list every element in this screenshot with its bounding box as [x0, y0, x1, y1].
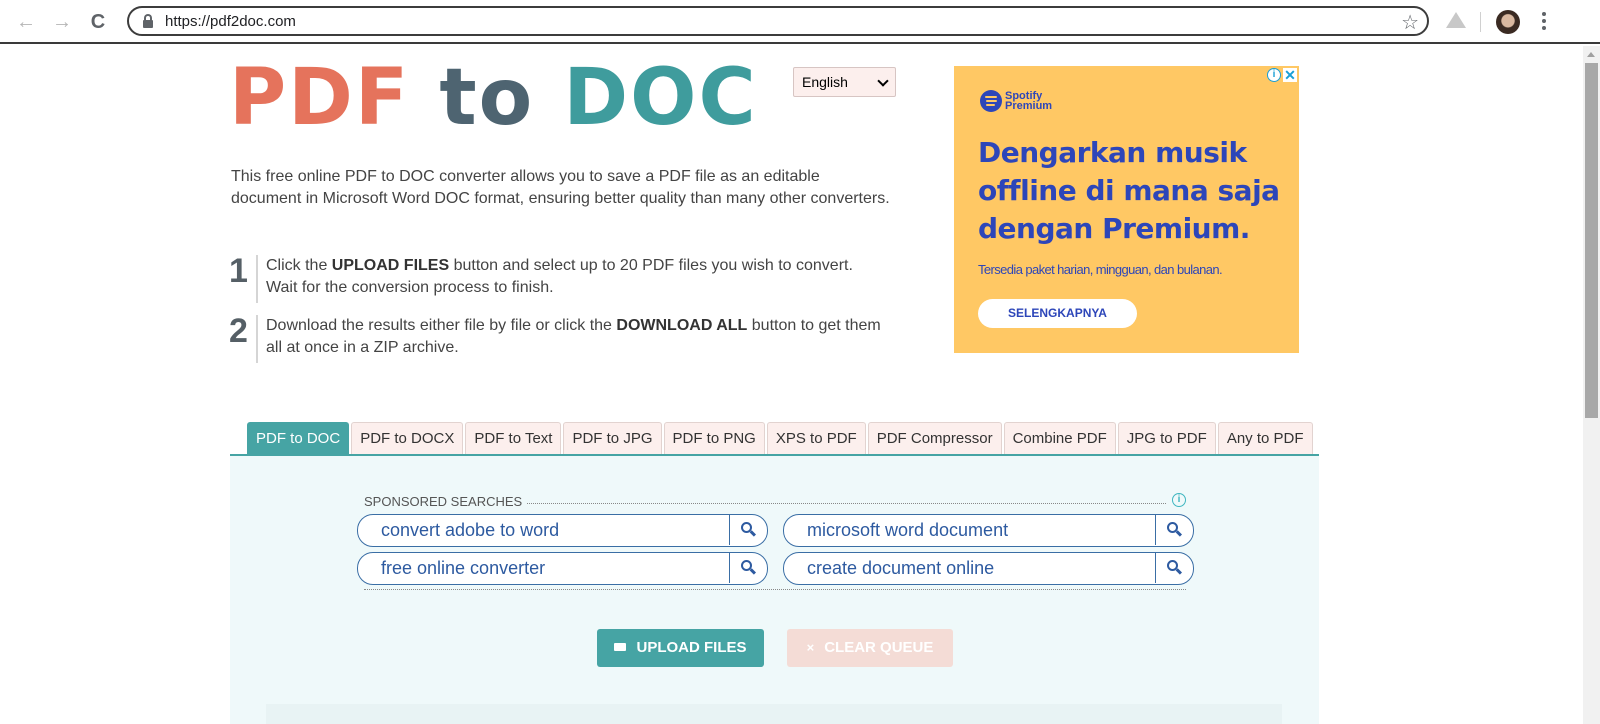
ad-info-icon[interactable]: i: [1267, 68, 1281, 82]
spotify-icon: [980, 90, 1002, 112]
tab-pdf-to-png[interactable]: PDF to PNG: [663, 422, 765, 455]
dotted-divider: [364, 589, 1186, 590]
reload-button[interactable]: C: [86, 10, 110, 34]
search-button[interactable]: [1155, 553, 1193, 583]
search-term: create document online: [807, 558, 995, 578]
search-button[interactable]: [1155, 515, 1193, 545]
close-icon: ×: [806, 640, 815, 655]
toolbar-divider: [1480, 12, 1481, 32]
file-queue-area[interactable]: [266, 704, 1282, 724]
tab-any-to-pdf[interactable]: Any to PDF: [1217, 422, 1313, 455]
browser-toolbar: ← → C https://pdf2doc.com ☆: [0, 0, 1600, 44]
forward-button[interactable]: →: [50, 10, 74, 34]
intro-text: This free online PDF to DOC converter al…: [231, 168, 890, 207]
folder-open-icon: [614, 643, 627, 651]
upload-files-button[interactable]: UPLOAD FILES: [597, 629, 764, 667]
profile-avatar[interactable]: [1496, 10, 1520, 34]
clear-queue-button[interactable]: × CLEAR QUEUE: [787, 629, 953, 667]
step-text: Download the results either file by file…: [266, 317, 881, 356]
converter-tabs: PDF to DOC PDF to DOCX PDF to Text PDF to J…: [247, 422, 1313, 455]
upload-label: UPLOAD FILES: [636, 639, 747, 656]
sponsored-search-item[interactable]: convert adobe to word: [357, 514, 768, 547]
search-term: free online converter: [381, 558, 546, 578]
google-drive-icon[interactable]: [1446, 12, 1466, 28]
ad-headline: Dengarkan musik offline di mana saja den…: [978, 136, 1280, 245]
ad-cta-button[interactable]: SELENGKAPNYA: [978, 299, 1137, 328]
reload-icon: C: [90, 11, 106, 33]
sponsored-search-item[interactable]: microsoft word document: [783, 514, 1194, 547]
scroll-up-arrow-icon[interactable]: [1587, 52, 1595, 57]
ad-subtext: Tersedia paket harian, mingguan, dan bul…: [978, 262, 1223, 277]
info-icon[interactable]: i: [1172, 493, 1186, 507]
tab-pdf-to-jpg[interactable]: PDF to JPG: [563, 422, 662, 455]
logo-to: to: [439, 53, 535, 143]
step-divider: [256, 255, 258, 303]
tab-combine-pdf[interactable]: Combine PDF: [1003, 422, 1116, 455]
arrow-left-icon: ←: [16, 11, 36, 33]
tab-xps-to-pdf[interactable]: XPS to PDF: [766, 422, 866, 455]
sponsored-searches-header: SPONSORED SEARCHES i: [364, 493, 1190, 509]
search-button[interactable]: [729, 515, 767, 545]
tab-pdf-to-doc[interactable]: PDF to DOC: [247, 422, 350, 455]
spotify-ad-banner[interactable]: i ✕ Spotify Premium Dengarkan musik offli…: [954, 66, 1299, 353]
spotify-logo: Spotify Premium: [980, 90, 1052, 112]
tab-jpg-to-pdf[interactable]: JPG to PDF: [1117, 422, 1216, 455]
clear-label: CLEAR QUEUE: [824, 639, 934, 656]
arrow-right-icon: →: [52, 11, 72, 33]
tab-pdf-to-docx[interactable]: PDF to DOCX: [351, 422, 464, 455]
step-divider: [256, 315, 258, 363]
url-text[interactable]: https://pdf2doc.com: [165, 13, 296, 30]
search-button[interactable]: [729, 553, 767, 583]
kebab-menu-icon[interactable]: [1540, 10, 1548, 34]
logo-doc: DOC: [563, 53, 758, 143]
step-number: 2: [229, 312, 248, 350]
page-scrollbar[interactable]: [1583, 46, 1600, 724]
ad-close-icon[interactable]: ✕: [1283, 68, 1297, 82]
step-number: 1: [229, 252, 248, 290]
site-logo[interactable]: PDF to DOC: [229, 59, 758, 137]
address-bar[interactable]: https://pdf2doc.com ☆: [127, 6, 1429, 36]
language-select[interactable]: English: [793, 67, 896, 97]
tab-pdf-to-text[interactable]: PDF to Text: [465, 422, 562, 455]
back-button[interactable]: ←: [14, 10, 38, 34]
tab-pdf-compressor[interactable]: PDF Compressor: [867, 422, 1002, 455]
logo-pdf: PDF: [229, 53, 411, 143]
adchoices[interactable]: i ✕: [1267, 68, 1297, 82]
chevron-down-icon: [877, 75, 889, 87]
lock-icon: [143, 14, 153, 28]
search-term: microsoft word document: [807, 520, 1009, 540]
language-selected: English: [802, 74, 848, 90]
scrollbar-thumb[interactable]: [1585, 63, 1598, 418]
sponsored-search-item[interactable]: create document online: [783, 552, 1194, 585]
bookmark-star-icon[interactable]: ☆: [1401, 10, 1419, 35]
step-text: Click the UPLOAD FILES button and select…: [266, 257, 853, 296]
sponsored-search-item[interactable]: free online converter: [357, 552, 768, 585]
search-term: convert adobe to word: [381, 520, 560, 540]
sponsored-label: SPONSORED SEARCHES: [364, 494, 527, 509]
brand-line-2: Premium: [1005, 100, 1053, 112]
